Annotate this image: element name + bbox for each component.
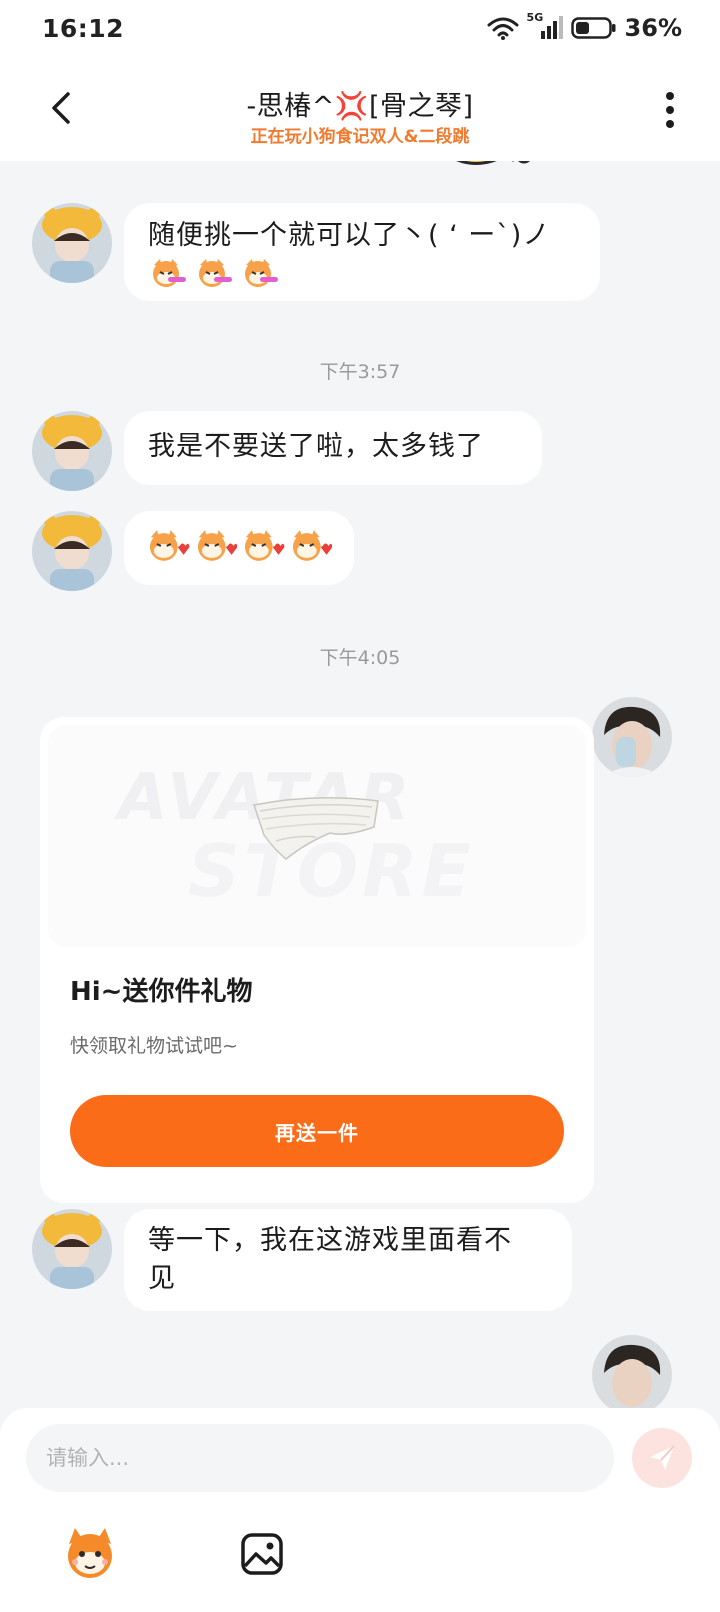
gift-image: AVATAR STORE <box>48 725 586 947</box>
send-another-gift-button[interactable]: 再送一件 <box>70 1095 564 1167</box>
gift-card[interactable]: AVATAR STORE Hi~送你件礼物 快领取礼物试试吧~ 再送一件 <box>40 717 594 1203</box>
contact-name[interactable]: -思椿^💢[骨之琴] <box>0 84 720 123</box>
mascot-heart-emoji-icon <box>244 530 285 561</box>
message-text-line-1: 等一下，我在这游戏里面看不 <box>148 1225 512 1256</box>
contact-status: 正在玩小狗食记双人&二段跳 <box>250 127 470 147</box>
mascot-emoji-icon <box>153 259 186 287</box>
message-text-line-2: 见 <box>148 1263 176 1294</box>
mascot-heart-emoji-icon <box>292 530 332 561</box>
battery-icon <box>570 16 617 40</box>
contact-avatar[interactable] <box>32 511 112 591</box>
mascot-sticker-icon <box>68 1528 112 1578</box>
send-button[interactable] <box>632 1428 692 1488</box>
wifi-icon <box>487 16 519 40</box>
message-list[interactable]: 随便挑一个就可以了丶( ‘ ー`)ノ 下午3:57 我是不要送了啦，太多钱了 下… <box>0 161 720 1408</box>
mascot-emoji-icon <box>245 259 278 287</box>
image-button[interactable] <box>230 1522 294 1586</box>
mascot-emoji-icon <box>199 259 232 287</box>
chat-header: -思椿^💢[骨之琴] 正在玩小狗食记双人&二段跳 <box>0 56 720 161</box>
message-text: 我是不要送了啦，太多钱了 <box>148 431 484 462</box>
contact-avatar[interactable] <box>32 203 112 283</box>
sticker-bubble[interactable] <box>124 511 354 585</box>
sticker-button[interactable] <box>58 1522 122 1586</box>
more-vertical-icon <box>666 92 674 128</box>
timestamp: 下午3:57 <box>319 361 401 383</box>
battery-percent: 36% <box>624 14 682 42</box>
contact-avatar[interactable] <box>32 411 112 491</box>
cellular-signal-icon: 5G <box>527 11 563 41</box>
emoji-row <box>146 528 332 564</box>
chat-screen: 16:12 5G 36% -思椿^💢[骨之琴] 正在玩小狗食记双人&二段跳 随便… <box>0 0 720 1612</box>
headband-item-icon <box>253 797 379 860</box>
message-text: 随便挑一个就可以了丶( ‘ ー`)ノ <box>148 220 551 251</box>
emoji-row <box>148 257 576 289</box>
contact-avatar[interactable] <box>32 1209 112 1289</box>
input-bar <box>0 1408 720 1612</box>
partial-sticker <box>438 161 538 173</box>
timestamp: 下午4:05 <box>319 647 401 669</box>
message-bubble[interactable]: 等一下，我在这游戏里面看不 见 <box>124 1209 572 1311</box>
gift-title: Hi~送你件礼物 <box>70 977 253 1007</box>
mascot-heart-emoji-icon <box>197 530 237 561</box>
my-avatar[interactable] <box>592 697 672 777</box>
message-bubble[interactable]: 我是不要送了啦，太多钱了 <box>124 411 542 485</box>
image-icon <box>241 1533 283 1575</box>
status-time: 16:12 <box>42 13 125 43</box>
more-options-button[interactable] <box>664 90 676 130</box>
gift-description: 快领取礼物试试吧~ <box>70 1035 238 1057</box>
message-bubble[interactable]: 随便挑一个就可以了丶( ‘ ー`)ノ <box>124 203 600 301</box>
message-input[interactable] <box>26 1424 614 1492</box>
my-avatar[interactable] <box>592 1335 672 1408</box>
status-bar: 16:12 5G 36% <box>0 0 720 56</box>
send-icon <box>650 1445 675 1470</box>
status-icons: 5G 36% <box>487 11 682 42</box>
mascot-heart-emoji-icon <box>149 530 190 561</box>
